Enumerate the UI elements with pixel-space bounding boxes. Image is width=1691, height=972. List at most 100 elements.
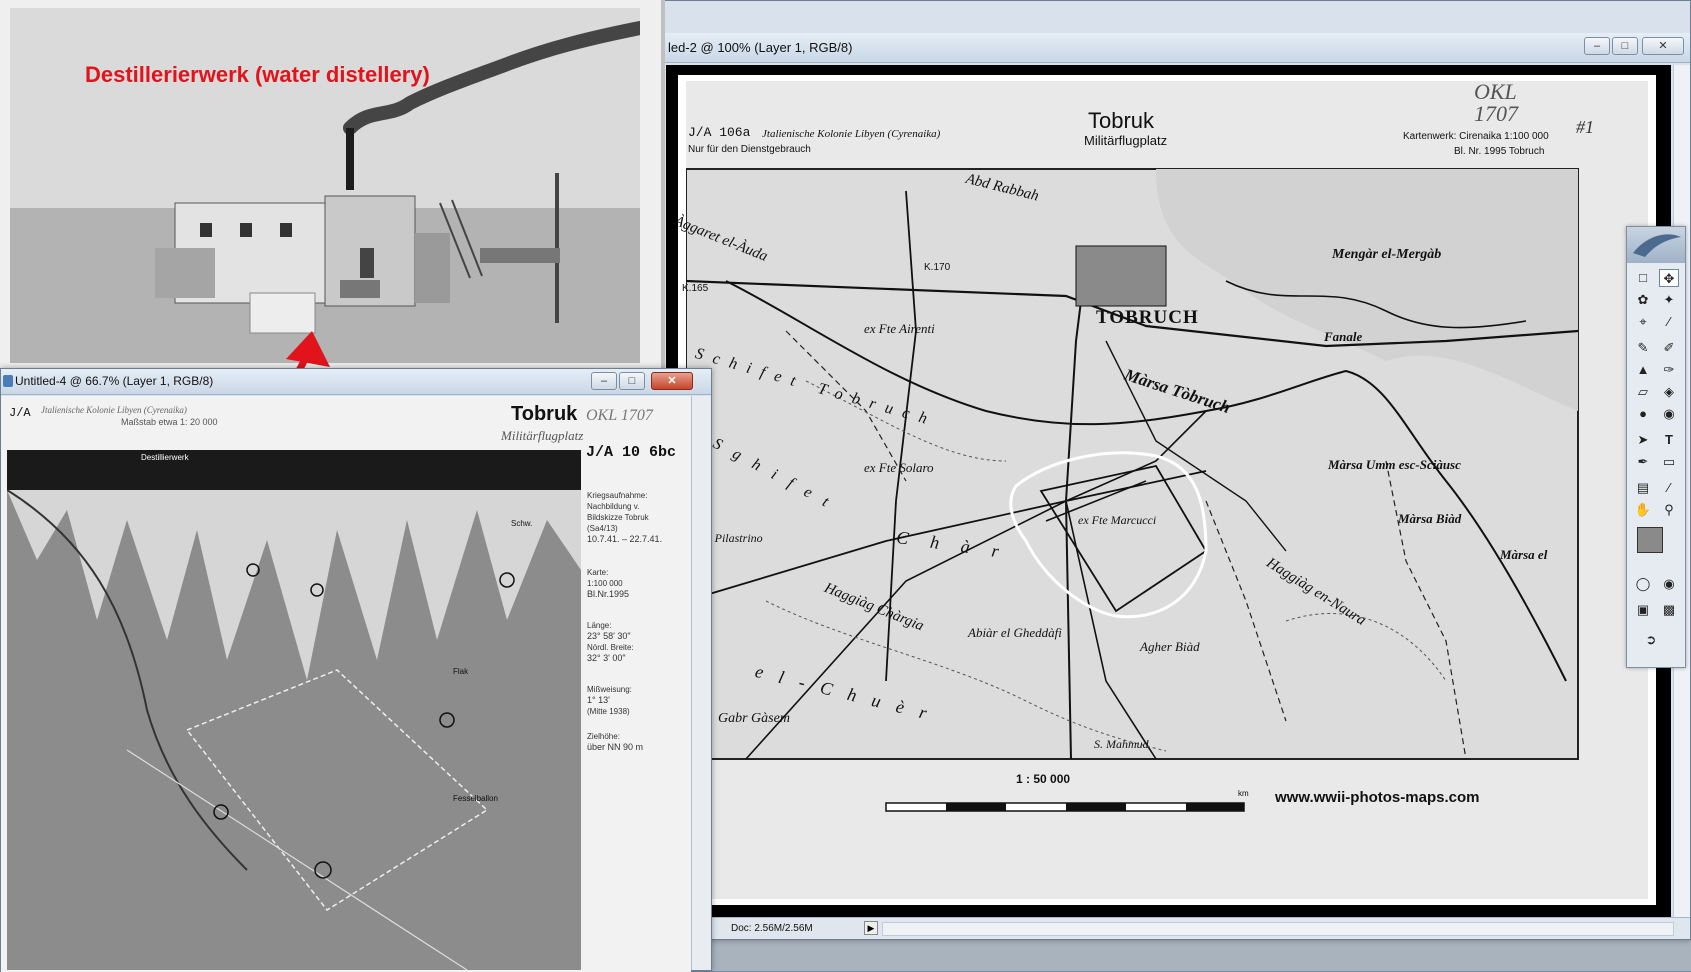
map-scale-label: 1 : 50 000	[1016, 772, 1071, 786]
aerial-close-button[interactable]: ✕	[651, 372, 693, 390]
side-nachbildung: Nachbildung v. Bildskizze Tobruk (Sa4/13…	[587, 502, 649, 533]
status-menu-arrow[interactable]: ▶	[864, 921, 878, 935]
aerial-flak-label: Flak	[453, 667, 469, 676]
type-tool-icon[interactable]: T	[1659, 431, 1679, 449]
aerial-vertical-scrollbar[interactable]	[691, 396, 711, 970]
brush-tool-icon[interactable]: ✐	[1659, 339, 1679, 357]
map-kartenwerk: Kartenwerk: Cirenaika 1:100 000	[1403, 131, 1549, 142]
side-laenge-val: 23° 58' 30"	[587, 631, 631, 641]
place-marsa-biad: Màrsa Biàd	[1398, 511, 1462, 526]
place-marsa-el: Màrsa el	[1500, 547, 1548, 562]
aerial-subtitle: Militärflugplatz	[501, 428, 584, 443]
photoshop-doc-icon	[3, 375, 13, 387]
side-karte: Karte:	[587, 568, 609, 577]
place-agher-biad: Agher Biàd	[1140, 639, 1200, 654]
document-window-main[interactable]: led-2 @ 100% (Layer 1, RGB/8) – □ ✕ J/A …	[655, 0, 1691, 940]
side-karte-val: 1:100 000	[587, 579, 623, 588]
marquee-tool-icon[interactable]: □	[1633, 269, 1653, 287]
map-restriction: Nur für den Dienstgebrauch	[688, 144, 811, 155]
hand-tool-icon[interactable]: ✋	[1633, 501, 1653, 519]
map-title: Tobruk	[1088, 108, 1155, 133]
zoom-tool-icon[interactable]: ⚲	[1659, 501, 1679, 519]
main-horizontal-scrollbar[interactable]	[882, 922, 1674, 936]
aerial-okl: OKL 1707	[586, 407, 653, 424]
close-button[interactable]: ✕	[1642, 37, 1684, 55]
aerial-massstab: Maßstab etwa 1: 20 000	[121, 417, 218, 427]
move-tool-icon[interactable]: ✥	[1659, 269, 1679, 287]
place-abiar: Abiàr el Gheddàfi	[968, 625, 1062, 640]
history-brush-tool-icon[interactable]: ✑	[1659, 361, 1679, 379]
side-missweisung: Mißweisung:	[587, 685, 632, 694]
screen-mode-icon[interactable]: ▣	[1633, 601, 1653, 619]
place-k170: K.170	[924, 262, 951, 273]
crop-tool-icon[interactable]: ⌖	[1633, 313, 1653, 331]
aerial-header-small: Jtalienische Kolonie Libyen (Cyrenaika)	[41, 405, 187, 415]
color-sampler-tool-icon[interactable]: ∕	[1659, 479, 1679, 497]
place-airenti: ex Fte Airenti	[864, 321, 935, 336]
tobruk-topographic-map	[686, 81, 1648, 899]
document-window-aerial[interactable]: Untitled-4 @ 66.7% (Layer 1, RGB/8) – □ …	[0, 368, 712, 972]
desktop: led-2 @ 100% (Layer 1, RGB/8) – □ ✕ J/A …	[0, 0, 1691, 972]
minimize-button[interactable]: –	[1584, 37, 1610, 55]
side-zielhoehe-val: über NN 90 m	[587, 742, 644, 752]
aerial-canvas[interactable]: J/A Jtalienische Kolonie Libyen (Cyrenai…	[1, 396, 691, 972]
aerial-schw-label: Schw.	[511, 519, 533, 528]
aerial-title: Tobruk	[511, 403, 578, 425]
aerial-minimize-button[interactable]: –	[591, 372, 617, 390]
main-status-bar: Doc: 2.56M/2.56M ▶	[656, 917, 1690, 939]
clone-stamp-tool-icon[interactable]: ▲	[1633, 361, 1653, 379]
side-breite: Nördl. Breite:	[587, 643, 634, 652]
aerial-distill-label: Destillierwerk	[141, 453, 189, 462]
pen-tool-icon[interactable]: ✒	[1633, 453, 1653, 471]
blur-tool-icon[interactable]: ●	[1633, 405, 1653, 423]
aerial-sheet-id: J/A 10 6bc	[586, 444, 677, 461]
main-window-titlebar[interactable]: led-2 @ 100% (Layer 1, RGB/8) – □ ✕	[656, 33, 1690, 63]
aerial-photo	[7, 450, 581, 970]
map-subtitle: Militärflugplatz	[1084, 133, 1168, 148]
place-fanale: Fanale	[1324, 329, 1363, 344]
eraser-tool-icon[interactable]: ▱	[1633, 383, 1653, 401]
lasso-tool-icon[interactable]: ✿	[1633, 291, 1653, 309]
tools-panel-header[interactable]	[1627, 227, 1685, 263]
foreground-color-swatch[interactable]	[1637, 527, 1663, 553]
map-blatt: Bl. Nr. 1995 Tobruch	[1454, 146, 1545, 157]
jump-to-imageready-icon[interactable]: ➲	[1641, 631, 1661, 649]
place-mengar: Mengàr el-Mergàb	[1332, 247, 1442, 262]
side-aufnahme: Kriegsaufnahme:	[587, 491, 648, 500]
side-dates: 10.7.41. – 22.7.41.	[587, 534, 663, 544]
healing-brush-tool-icon[interactable]: ✎	[1633, 339, 1653, 357]
map-canvas[interactable]: J/A 106a Jtalienische Kolonie Libyen (Cy…	[666, 65, 1671, 917]
map-website: www.wwii-photos-maps.com	[1275, 789, 1480, 806]
main-window-title: led-2 @ 100% (Layer 1, RGB/8)	[668, 40, 853, 55]
side-blnr: Bl.Nr.1995	[587, 589, 630, 599]
map-okl-number: #1	[1576, 117, 1594, 137]
map-okl-note: OKL 1707	[1474, 79, 1518, 126]
path-selection-tool-icon[interactable]: ➤	[1633, 431, 1653, 449]
aerial-window-titlebar[interactable]: Untitled-4 @ 66.7% (Layer 1, RGB/8) – □ …	[1, 369, 711, 395]
map-paper: J/A 106a Jtalienische Kolonie Libyen (Cy…	[672, 75, 1656, 905]
notes-tool-icon[interactable]: ▤	[1633, 479, 1653, 497]
fullscreen-mode-icon[interactable]: ▩	[1659, 601, 1679, 619]
shape-tool-icon[interactable]: ▭	[1659, 453, 1679, 471]
eyedropper-tool-icon[interactable]: ∕	[1659, 313, 1679, 331]
place-s-mahmud: S. Mahmud	[1094, 737, 1149, 751]
doc-size-status: Doc: 2.56M/2.56M	[731, 923, 813, 934]
feather-icon	[1633, 234, 1681, 257]
aerial-maximize-button[interactable]: □	[619, 372, 645, 390]
side-breite-val: 32° 3' 00"	[587, 653, 626, 663]
place-k165: K.165	[682, 283, 709, 294]
aerial-window-title: Untitled-4 @ 66.7% (Layer 1, RGB/8)	[15, 374, 214, 388]
magic-wand-tool-icon[interactable]: ✦	[1659, 291, 1679, 309]
standard-mode-icon[interactable]: ◯	[1633, 575, 1653, 593]
aerial-fesselballon-label: Fesselballon	[453, 794, 498, 803]
photo-caption: Destillerierwerk (water distellery)	[85, 62, 430, 87]
maximize-button[interactable]: □	[1612, 37, 1638, 55]
tools-panel: □ ✥ ✿ ✦ ⌖ ∕ ✎ ✐ ▲ ✑ ▱ ◈ ● ◉ ➤ T ✒ ▭ ▤ ∕ …	[1626, 226, 1686, 668]
quick-mask-mode-icon[interactable]: ◉	[1659, 575, 1679, 593]
map-colony: Jtalienische Kolonie Libyen (Cyrenaika)	[762, 128, 941, 140]
place-marcucci: ex Fte Marcucci	[1078, 513, 1157, 527]
place-tobruch: TOBRUCH	[1096, 307, 1199, 328]
paint-bucket-tool-icon[interactable]: ◈	[1659, 383, 1679, 401]
dodge-tool-icon[interactable]: ◉	[1659, 405, 1679, 423]
aerial-corner-label: J/A	[9, 406, 31, 420]
